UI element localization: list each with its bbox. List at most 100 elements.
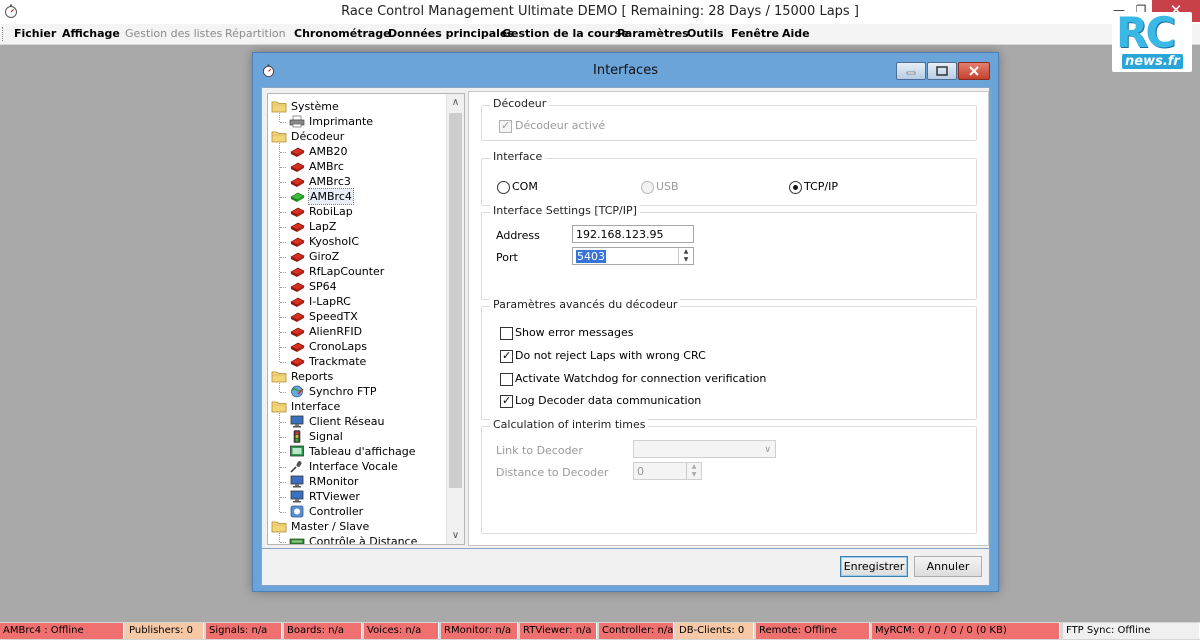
- crc-checkbox[interactable]: ✓: [500, 349, 513, 363]
- chip-red-icon: [290, 252, 305, 262]
- radio-com-label: COM: [512, 180, 538, 193]
- distance-spin-buttons[interactable]: ▲ ▼: [686, 463, 701, 479]
- dialog-content: Système Imprimante Décodeur AMB20 AMBrc AMBrc…: [261, 87, 990, 549]
- radio-tcpip[interactable]: [789, 181, 802, 194]
- tree-connector: [280, 482, 286, 483]
- link-decoder-label: Link to Decoder: [496, 444, 583, 457]
- tree-connector: [280, 242, 286, 243]
- show-errors-checkbox[interactable]: [500, 327, 513, 340]
- tree-item-label: SpeedTX: [309, 310, 358, 323]
- distance-decoder-stepper[interactable]: 0 ▲ ▼: [633, 462, 702, 480]
- tree-scrollbar[interactable]: ∧ ∨: [446, 94, 464, 544]
- chip-red-icon: [290, 237, 305, 247]
- controller-icon: [290, 505, 304, 518]
- show-errors-label: Show error messages: [515, 326, 634, 339]
- status-panel: RTViewer: n/a: [520, 623, 597, 639]
- spin-up-icon[interactable]: ▲: [679, 248, 693, 256]
- tree-connector: [280, 542, 286, 543]
- chip-red-icon: [290, 282, 305, 292]
- port-stepper[interactable]: 5403 ▲ ▼: [572, 247, 694, 265]
- menu-gestion-de-la-course[interactable]: Gestion de la course: [502, 27, 629, 40]
- chip-red-icon: [290, 177, 305, 187]
- title-bar: Race Control Management Ultimate DEMO [ …: [0, 0, 1200, 24]
- menu-bar: Fichier Affichage Gestion des listes Répart…: [0, 24, 1200, 45]
- menu-chronom-trage[interactable]: Chronométrage: [294, 27, 391, 40]
- status-bar: AMBrc4 : Offline Publishers: 0 Signals: n/…: [0, 622, 1200, 640]
- logo-news-text: news.fr: [1122, 54, 1183, 69]
- save-button[interactable]: Enregistrer: [840, 556, 908, 577]
- microphone-icon: [290, 461, 302, 473]
- log-data-checkbox[interactable]: ✓: [500, 394, 513, 408]
- status-panel: Remote: Offline: [756, 623, 870, 639]
- tree-connector: [280, 347, 286, 348]
- menu-param-tres[interactable]: Paramètres: [617, 27, 689, 40]
- tree-item-label: Décodeur: [291, 130, 345, 143]
- port-value: 5403: [576, 250, 606, 263]
- watchdog-checkbox[interactable]: [500, 373, 513, 386]
- menu-outils[interactable]: Outils: [687, 27, 724, 40]
- tree-item-label: Tableau d'affichage: [309, 445, 416, 458]
- radio-com[interactable]: [497, 181, 510, 194]
- link-decoder-select[interactable]: ∨: [633, 440, 776, 458]
- menu-aide[interactable]: Aide: [782, 27, 810, 40]
- menu-fen-tre[interactable]: Fenêtre: [731, 27, 779, 40]
- tree-item-label: CronoLaps: [309, 340, 367, 353]
- tree-item-label: Client Réseau: [309, 415, 385, 428]
- status-panel: FTP Sync: Offline: [1063, 623, 1200, 639]
- interfaces-dialog: Interfaces Système Imprimante Décodeur AMB2…: [252, 52, 999, 592]
- tree-connector: [280, 362, 286, 363]
- tree-item-label: I-LapRC: [309, 295, 351, 308]
- tree-item-label: GiroZ: [309, 250, 340, 263]
- spin-down-icon[interactable]: ▼: [687, 471, 701, 479]
- tree-connector: [279, 143, 280, 362]
- dialog-maximize-button[interactable]: [927, 62, 957, 80]
- folder-icon: [271, 401, 287, 413]
- tree-item-label: RMonitor: [309, 475, 359, 488]
- tree-item-label: Contrôle à Distance: [309, 535, 418, 545]
- interface-group: Interface COM USB TCP/IP: [481, 150, 977, 206]
- menu-gestion-des-listes[interactable]: Gestion des listes: [125, 27, 222, 40]
- folder-icon: [271, 101, 287, 113]
- tree-item-label: LapZ: [309, 220, 337, 233]
- folder-icon: [271, 521, 287, 533]
- menu-grip[interactable]: [2, 27, 6, 41]
- status-panel: MyRCM: 0 / 0 / 0 / 0 (0 KB): [872, 623, 1060, 639]
- spin-up-icon[interactable]: ▲: [687, 463, 701, 471]
- monitor-icon: [290, 475, 304, 488]
- status-panel: RMonitor: n/a: [441, 623, 518, 639]
- menu-affichage[interactable]: Affichage: [62, 27, 120, 40]
- chip-red-icon: [290, 222, 305, 232]
- spin-down-icon[interactable]: ▼: [679, 256, 693, 264]
- scroll-up-icon[interactable]: ∧: [447, 94, 464, 111]
- radio-usb[interactable]: [641, 181, 654, 194]
- tree-item-label: AMBrc: [309, 160, 344, 173]
- scroll-down-icon[interactable]: ∨: [447, 527, 464, 544]
- menu-donn-es-principales[interactable]: Données principales: [388, 27, 514, 40]
- distance-decoder-label: Distance to Decoder: [496, 466, 609, 479]
- tree-connector: [280, 287, 286, 288]
- advanced-group-title: Paramètres avancés du décodeur: [490, 298, 681, 311]
- tree-connector: [280, 437, 286, 438]
- chevron-down-icon: ∨: [764, 445, 771, 455]
- decoder-enabled-checkbox[interactable]: ✓: [499, 119, 512, 133]
- tree-item-label: Reports: [291, 370, 334, 383]
- interim-group-title: Calculation of interim times: [490, 418, 649, 431]
- tree-item-label: RTViewer: [309, 490, 360, 503]
- tree-connector: [280, 332, 286, 333]
- status-panel: Controller: n/a: [599, 623, 674, 639]
- address-input[interactable]: 192.168.123.95: [572, 225, 694, 243]
- tree-connector: [280, 227, 286, 228]
- scroll-thumb[interactable]: [449, 113, 462, 488]
- tree-connector: [280, 212, 286, 213]
- dialog-minimize-button[interactable]: [896, 62, 926, 80]
- port-spin-buttons[interactable]: ▲ ▼: [678, 248, 693, 264]
- dialog-close-button[interactable]: [958, 62, 990, 80]
- cancel-button[interactable]: Annuler: [914, 556, 982, 577]
- chip-red-icon: [290, 267, 305, 277]
- maximize-icon: [936, 66, 948, 76]
- settings-tree[interactable]: Système Imprimante Décodeur AMB20 AMBrc AMBrc…: [267, 93, 465, 545]
- menu-r-partition[interactable]: Répartition: [225, 27, 286, 40]
- menu-fichier[interactable]: Fichier: [14, 27, 56, 40]
- remote-icon: [289, 538, 305, 544]
- status-panel: Voices: n/a: [364, 623, 439, 639]
